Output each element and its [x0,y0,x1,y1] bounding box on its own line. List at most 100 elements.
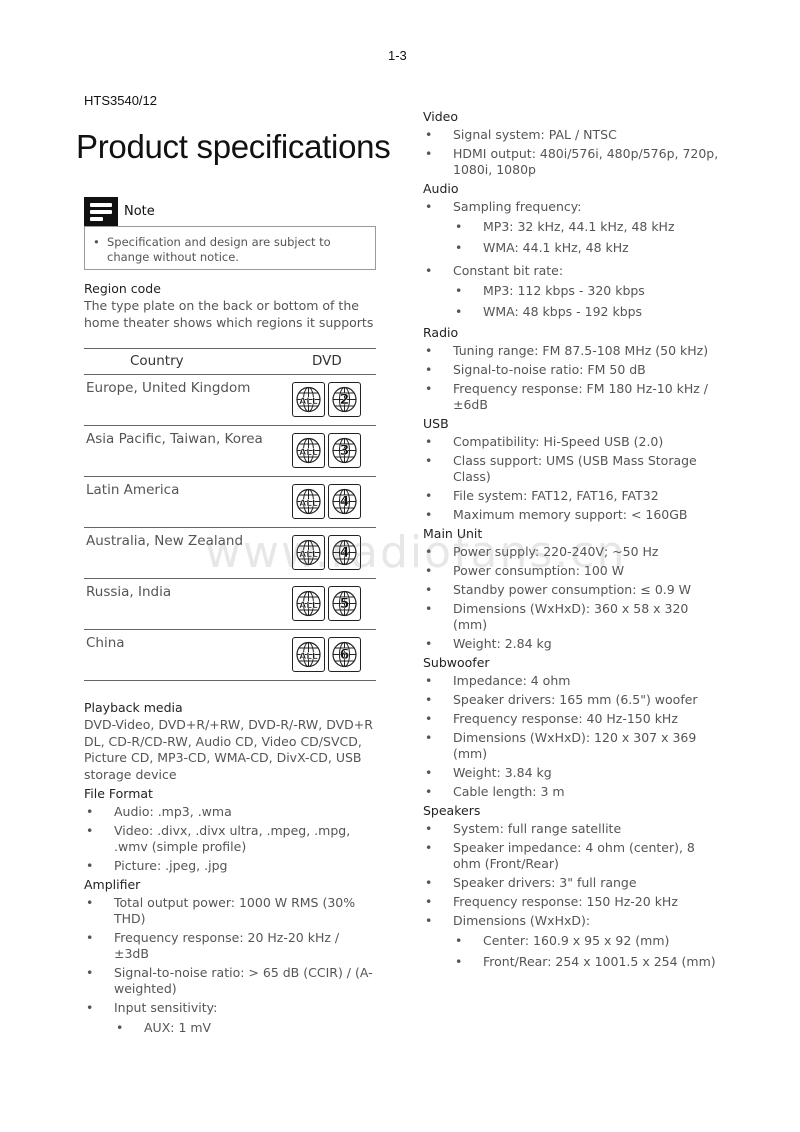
list-item: • Input sensitivity: [84,1000,376,1016]
list-item: • System: full range satellite [423,821,723,837]
bullet: • [425,730,433,745]
bullet: • [425,582,433,597]
bullet: • [425,692,433,707]
country-cell: Europe, United Kingdom [86,380,251,396]
list-item: • Cable length: 3 m [423,784,723,800]
bullet: • [455,219,463,234]
table-row: China ALL 6 [84,630,376,681]
list-item: • File system: FAT12, FAT16, FAT32 [423,488,723,504]
svg-text:4: 4 [340,545,350,561]
list-item: • Frequency response: 20 Hz-20 kHz / ±3dB [84,930,376,962]
svg-text:ALL: ALL [299,550,318,560]
list-item: • Frequency response: 40 Hz-150 kHz [423,711,723,727]
dvd-region-3-icon: 3 [328,433,361,468]
bullet: • [86,965,94,980]
svg-text:2: 2 [340,392,350,408]
region-table: Country DVD Europe, United Kingdom ALL 2 As… [84,348,376,681]
dvd-region-all-icon: ALL [292,382,325,417]
table-row: Australia, New Zealand ALL 4 [84,528,376,579]
list-item-text: Total output power: 1000 W RMS (30% THD) [114,895,356,926]
sub-list-item: • Center: 160.9 x 95 x 92 (mm) [423,933,723,949]
list-item-text: Compatibility: Hi-Speed USB (2.0) [453,434,664,449]
video-list: • Signal system: PAL / NTSC • HDMI output: … [423,127,723,178]
country-cell: Russia, India [86,584,172,600]
region-description: The type plate on the back or bottom of … [84,298,374,330]
table-row: Europe, United Kingdom ALL 2 [84,375,376,426]
sub-list-item: • MP3: 32 kHz, 44.1 kHz, 48 kHz [423,219,723,235]
country-cell: Australia, New Zealand [86,533,244,549]
list-item-text: Center: 160.9 x 95 x 92 (mm) [483,933,670,948]
list-item-text: Speaker impedance: 4 ohm (center), 8 ohm… [453,840,695,871]
amplifier-sublist: • AUX: 1 mV [84,1020,376,1036]
model-number: HTS3540/12 [84,93,157,108]
dvd-region-all-icon: ALL [292,484,325,519]
bullet: • [425,821,433,836]
list-item: • Dimensions (WxHxD): 120 x 307 x 369 (mm… [423,730,723,762]
playback-heading: Playback media [84,700,183,715]
list-item-text: Weight: 3.84 kg [453,765,552,780]
audio-heading: Audio [423,181,459,196]
dvd-region-2-icon: 2 [328,382,361,417]
bullet: • [425,343,433,358]
list-item-text: Audio: .mp3, .wma [114,804,232,819]
list-item-text: Power supply: 220-240V; ~50 Hz [453,544,659,559]
bullet: • [455,933,463,948]
list-item-text: Power consumption: 100 W [453,563,625,578]
bullet: • [86,930,94,945]
file-format-heading: File Format [84,786,153,801]
list-item-text: Frequency response: FM 180 Hz-10 kHz / ±… [453,381,709,412]
table-row: Asia Pacific, Taiwan, Korea ALL 3 [84,426,376,477]
list-item-text: Maximum memory support: < 160GB [453,507,688,522]
list-item-text: Input sensitivity: [114,1000,218,1015]
dvd-region-6-icon: 6 [328,637,361,672]
svg-text:ALL: ALL [299,397,318,407]
note-box: • Specification and design are subject t… [84,226,376,270]
subwoofer-heading: Subwoofer [423,655,490,670]
table-header: Country DVD [84,348,376,375]
file-format-list: • Audio: .mp3, .wma • Video: .divx, .divx u… [84,804,376,874]
dvd-region-all-icon: ALL [292,433,325,468]
bitrate-sublist: • MP3: 112 kbps - 320 kbps • WMA: 48 kbps -… [423,283,723,320]
table-row: Russia, India ALL 5 [84,579,376,630]
list-item-text: Video: .divx, .divx ultra, .mpeg, .mpg, … [114,823,351,854]
bullet: • [425,488,433,503]
list-item-text: Signal-to-noise ratio: > 65 dB (CCIR) / … [114,965,373,996]
list-item-text: Speaker drivers: 3" full range [453,875,637,890]
dvd-region-4-icon: 4 [328,535,361,570]
svg-text:ALL: ALL [299,448,318,458]
speakers-list: • System: full range satellite • Speaker im… [423,821,723,929]
bullet: • [425,711,433,726]
list-item-text: Cable length: 3 m [453,784,565,799]
list-item-text: Speaker drivers: 165 mm (6.5") woofer [453,692,698,707]
svg-text:5: 5 [340,596,350,612]
left-specs: Playback media DVD-Video, DVD+R/+RW, DVD… [84,700,376,1041]
svg-text:4: 4 [340,494,350,510]
bullet: • [425,146,433,161]
speakers-heading: Speakers [423,803,481,818]
bullet: • [425,434,433,449]
bullet: • [86,858,94,873]
list-item-text: Dimensions (WxHxD): [453,913,591,928]
list-item-text: Dimensions (WxHxD): 360 x 58 x 320 (mm) [453,601,689,632]
radio-heading: Radio [423,325,459,340]
list-item: • Power consumption: 100 W [423,563,723,579]
svg-text:6: 6 [340,647,350,663]
dvd-region-cell: ALL 6 [292,637,361,672]
bullet: • [425,563,433,578]
list-item-text: AUX: 1 mV [144,1020,212,1035]
amplifier-list: • Total output power: 1000 W RMS (30% THD… [84,895,376,1016]
note-label: Note [124,204,155,219]
dvd-region-cell: ALL 3 [292,433,361,468]
bullet: • [455,283,463,298]
list-item: • Class support: UMS (USB Mass Storage Cl… [423,453,723,485]
bullet: • [425,784,433,799]
usb-heading: USB [423,416,449,431]
bullet: • [86,823,94,838]
list-item: • Constant bit rate: [425,263,564,278]
note-icon [84,197,118,227]
page-number: 1-3 [388,48,407,63]
list-item-text: HDMI output: 480i/576i, 480p/576p, 720p,… [453,146,719,177]
dvd-region-4-icon: 4 [328,484,361,519]
bullet: • [425,875,433,890]
bullet: • [425,381,433,396]
